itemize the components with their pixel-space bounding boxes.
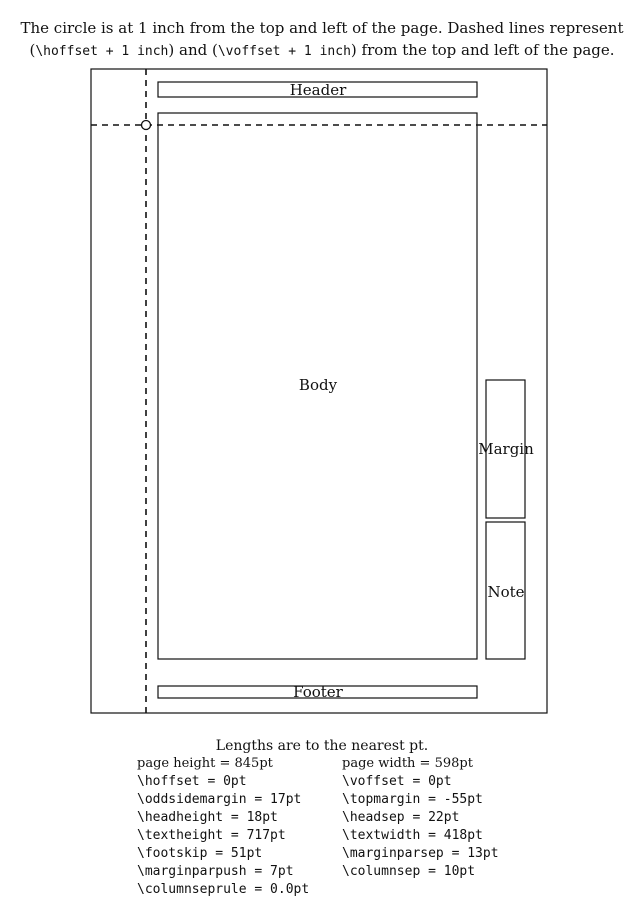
length-left-cell: \footskip = 51pt — [137, 846, 263, 861]
lengths-row: \headheight = 18pt \headsep = 22pt — [137, 809, 499, 827]
margin-label: Margin — [478, 440, 534, 458]
length-left-cell: \marginparpush = 7pt — [137, 864, 294, 879]
length-left-cell: \headheight = 18pt — [137, 810, 278, 825]
lengths-row: page height = 845pt page width = 598pt — [137, 755, 499, 773]
lengths-row: \columnseprule = 0.0pt — [137, 881, 499, 899]
lengths-row: \oddsidemargin = 17pt \topmargin = -55pt — [137, 791, 499, 809]
lengths-table: page height = 845pt page width = 598pt \ho… — [137, 755, 499, 899]
length-right-cell: \headsep = 22pt — [342, 810, 460, 825]
lengths-row: \footskip = 51pt \marginparsep = 13pt — [137, 845, 499, 863]
length-left-cell: \oddsidemargin = 17pt — [137, 792, 302, 807]
note-label: Note — [487, 583, 524, 601]
lengths-row: \hoffset = 0pt \voffset = 0pt — [137, 773, 499, 791]
length-left-cell: \textheight = 717pt — [137, 828, 286, 843]
header-label: Header — [290, 81, 347, 99]
page-layout-diagram: Header Body Margin Note Footer — [90, 68, 548, 714]
lengths-row: \marginparpush = 7pt \columnsep = 10pt — [137, 863, 499, 881]
length-left-cell: \hoffset = 0pt — [137, 774, 247, 789]
length-right-cell: \topmargin = -55pt — [342, 792, 483, 807]
length-left-cell: page height = 845pt — [137, 756, 273, 771]
lengths-row: \textheight = 717pt \textwidth = 418pt — [137, 827, 499, 845]
length-right-cell: \voffset = 0pt — [342, 774, 452, 789]
length-right-cell: \textwidth = 418pt — [342, 828, 483, 843]
one-inch-circle — [140, 119, 152, 131]
length-right-cell: page width = 598pt — [342, 756, 473, 771]
length-right-cell: \marginparsep = 13pt — [342, 846, 499, 861]
lengths-title: Lengths are to the nearest pt. — [215, 738, 429, 754]
length-left-cell: \columnseprule = 0.0pt — [137, 882, 310, 897]
footer-label: Footer — [293, 683, 344, 701]
length-right-cell: \columnsep = 10pt — [342, 864, 476, 879]
body-label: Body — [299, 376, 338, 394]
